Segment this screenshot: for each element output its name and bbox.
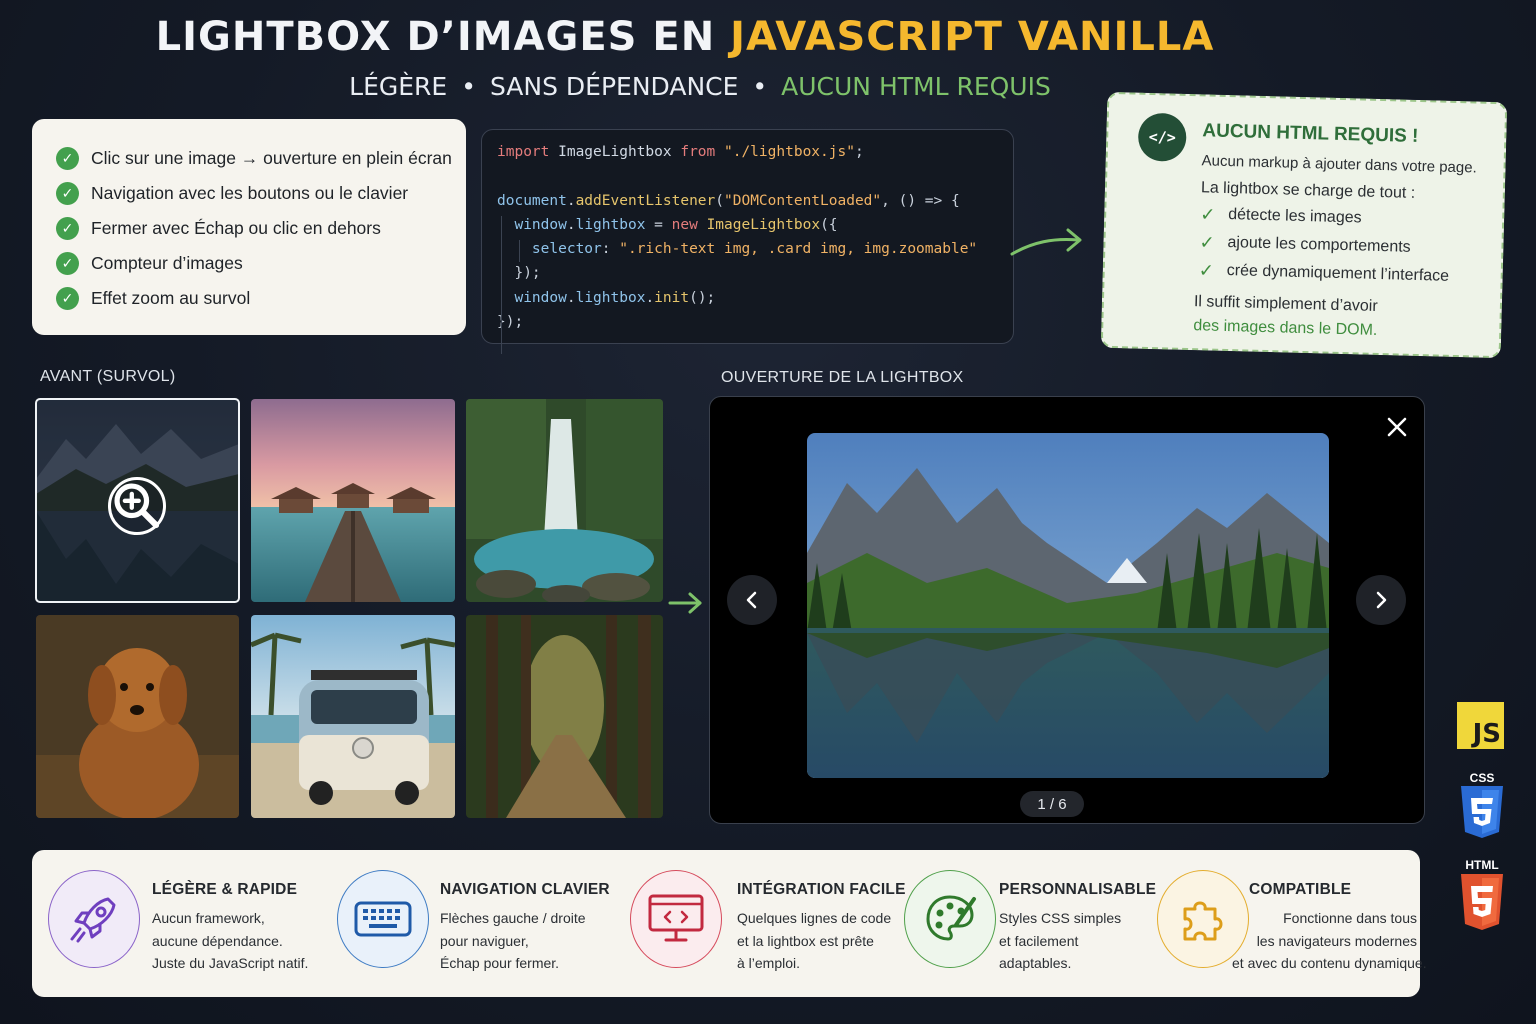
code-line: selector: ".rich-text img, .card img, im…: [531, 241, 978, 258]
feature-description: Styles CSS simples et facilement adaptable…: [999, 910, 1122, 971]
feature-title: PERSONNALISABLE: [999, 881, 1157, 898]
waterfall-image: [466, 399, 663, 602]
checkmark-icon: ✓: [1198, 259, 1215, 281]
features-strip: LÉGÈRE & RAPIDE Aucun framework, aucune d…: [32, 850, 1427, 997]
lightbox-overlay[interactable]: 1 / 6: [709, 396, 1425, 824]
feature-description: Fonctionne dans tous les navigateurs mode…: [1232, 910, 1427, 971]
note-title: AUCUN HTML REQUIS !: [1202, 120, 1419, 147]
feature-title: NAVIGATION CLAVIER: [440, 881, 610, 898]
subtitle-no-dependency: SANS DÉPENDANCE: [489, 72, 739, 101]
code-line: import ImageLightbox from "./lightbox.js…: [497, 144, 864, 160]
checklist-item: ✓ Compteur d’images: [56, 246, 466, 281]
check-icon: ✓: [56, 287, 79, 310]
feature-title: INTÉGRATION FACILE: [737, 881, 906, 898]
checkmark-icon: ✓: [1199, 203, 1216, 225]
note-description: Aucun markup à ajouter dans votre page. …: [1200, 152, 1477, 202]
checklist-item: ✓ Navigation avec les boutons ou le clavi…: [56, 176, 466, 211]
image-counter: 1 / 6: [1020, 791, 1084, 817]
indent-guide: [519, 240, 520, 262]
css-logo-label: CSS: [1469, 771, 1495, 785]
check-icon: ✓: [56, 147, 79, 170]
forest-path-image: [466, 615, 663, 818]
check-icon: ✓: [56, 182, 79, 205]
code-line: });: [497, 314, 524, 331]
code-snippet[interactable]: import ImageLightbox from "./lightbox.js…: [481, 129, 1014, 354]
subtitle-separator: •: [461, 72, 476, 101]
js-logo: JS: [1457, 702, 1504, 749]
checklist-item: ✓ Fermer avec Échap ou clic en dehors: [56, 211, 466, 246]
section-label-lightbox: OUVERTURE DE LA LIGHTBOX: [721, 369, 964, 386]
zoom-icon[interactable]: [108, 477, 166, 535]
close-icon[interactable]: [1383, 413, 1411, 441]
gallery-thumb-mountain-lake[interactable]: [35, 398, 240, 603]
code-line: });: [514, 265, 541, 282]
subtitle-no-html: AUCUN HTML REQUIS: [781, 72, 1051, 101]
checklist-item: ✓ Effet zoom au survol: [56, 281, 466, 316]
checklist-item: ✓ Clic sur une image → ouverture en plein…: [56, 141, 466, 176]
next-button[interactable]: [1356, 575, 1406, 625]
html-logo-label: HTML: [1465, 858, 1499, 872]
prev-button[interactable]: [727, 575, 777, 625]
mountain-lake-full-image: [807, 433, 1329, 778]
checkmark-icon: ✓: [1199, 231, 1215, 253]
title-main: LIGHTBOX D’IMAGES EN: [155, 14, 731, 60]
feature-title: LÉGÈRE & RAPIDE: [152, 881, 298, 898]
feature-checklist: ✓ Clic sur une image → ouverture en plein…: [32, 119, 466, 335]
code-icon: </>: [1137, 112, 1187, 162]
gallery-thumb-van[interactable]: [251, 615, 455, 818]
chevron-left-icon: [746, 591, 757, 609]
feature-description: Quelques lignes de code et la lightbox es…: [737, 910, 892, 971]
monitor-code-icon: [630, 870, 722, 968]
css-logo-icon: [1459, 786, 1505, 843]
lightbox-image[interactable]: [807, 433, 1329, 778]
subtitle-light: LÉGÈRE: [349, 72, 448, 101]
gallery-thumb-forest[interactable]: [466, 615, 663, 818]
palette-icon: [904, 870, 996, 968]
van-beach-image: [251, 615, 455, 818]
gallery-thumb-pier[interactable]: [251, 399, 455, 602]
code-line: window.lightbox.init();: [514, 289, 716, 306]
keyboard-icon: [337, 870, 429, 968]
feature-title: COMPATIBLE: [1249, 881, 1352, 898]
pier-sunset-image: [251, 399, 455, 602]
rocket-icon: [48, 870, 140, 968]
check-icon: ✓: [56, 217, 79, 240]
no-html-note: </> AUCUN HTML REQUIS ! Aucun markup à a…: [1100, 91, 1508, 359]
code-line: window.lightbox = new ImageLightbox({: [514, 216, 838, 233]
note-list: ✓ détecte les images ✓ ajoute les comporte…: [1198, 200, 1450, 291]
title-accent: JAVASCRIPT VANILLA: [730, 14, 1215, 60]
gallery-thumb-dog[interactable]: [36, 615, 239, 818]
code-line: document.addEventListener("DOMContentLoa…: [497, 192, 960, 209]
chevron-right-icon: [1376, 591, 1387, 609]
note-footer: Il suffit simplement d’avoir des images …: [1193, 293, 1378, 339]
indent-guide: [501, 216, 502, 354]
arrow-right-icon: [1008, 222, 1088, 258]
gallery-thumb-waterfall[interactable]: [466, 399, 663, 602]
arrow-right-icon: [668, 590, 706, 616]
feature-description: Aucun framework, aucune dépendance. Juste …: [152, 910, 309, 971]
dog-image: [36, 615, 239, 818]
check-icon: ✓: [56, 252, 79, 275]
feature-description: Flèches gauche / droite pour naviguer, Éch…: [440, 910, 586, 971]
page-title: LIGHTBOX D’IMAGES EN JAVASCRIPT VANILLA: [0, 14, 1370, 60]
note-list-item: ✓ crée dynamiquement l’interface: [1198, 259, 1450, 285]
section-label-before: AVANT (SURVOL): [40, 368, 176, 385]
html-logo-icon: [1459, 874, 1505, 935]
subtitle-separator: •: [752, 72, 768, 101]
